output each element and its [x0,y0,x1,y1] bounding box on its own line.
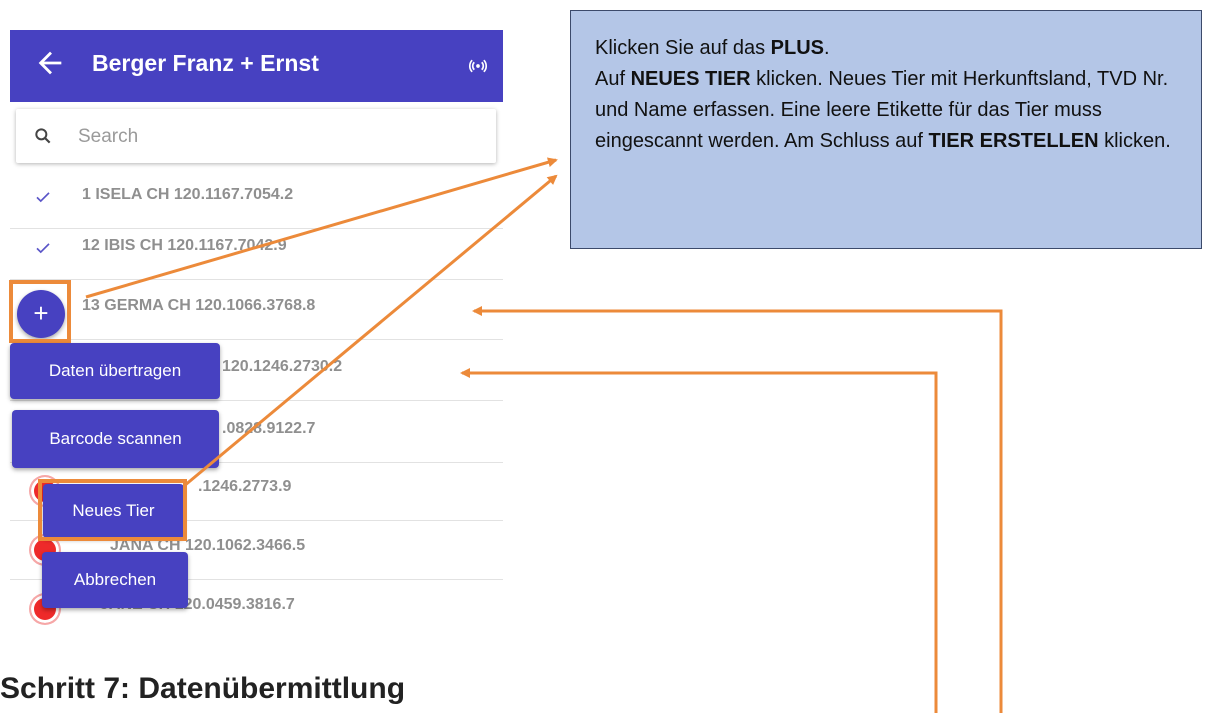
barcode-scannen-button[interactable]: Barcode scannen [12,410,219,468]
list-item-label: 13 GERMA CH 120.1066.3768.8 [82,297,316,314]
callout-text: . [824,37,830,59]
search-input[interactable] [76,117,480,157]
list-item-label: .1246.2773.9 [198,478,292,495]
callout-bold-tier-erstellen: TIER ERSTELLEN [928,130,1099,152]
signal-icon[interactable] [468,56,488,76]
instruction-callout: Klicken Sie auf das PLUS. Auf NEUES TIER… [570,10,1202,249]
page-title: Berger Franz + Ernst [92,50,319,76]
daten-uebertragen-button[interactable]: Daten übertragen [10,343,220,399]
plus-highlight-frame [9,280,71,343]
check-icon [36,192,50,203]
callout-bold-neues-tier: NEUES TIER [630,68,751,90]
callout-text: Auf [595,68,631,90]
search-bar [16,109,496,163]
arrow-to-germa-row [472,306,1003,713]
list-item[interactable]: 13 GERMA CH 120.1066.3768.8 [10,279,503,340]
list-item[interactable]: 12 IBIS CH 120.1167.7042.9 [10,219,503,280]
check-icon [36,243,50,254]
list-item-label: 1 ISELA CH 120.1167.7054.2 [82,186,294,203]
search-icon [35,128,51,144]
arrow-to-daten-row [460,368,938,713]
list-item-label: 12 IBIS CH 120.1167.7042.9 [82,237,287,254]
abbrechen-button[interactable]: Abbrechen [42,552,188,608]
neues-tier-highlight-frame [38,479,187,541]
callout-bold-plus: PLUS [770,37,824,59]
list-item-label: .0828.9122.7 [222,420,316,437]
arrow-left-icon[interactable] [33,46,67,80]
list-item-label: 120.1246.2730.2 [222,358,343,375]
step-heading: Schritt 7: Datenübermittlung [0,672,406,705]
callout-text: Klicken Sie auf das [595,37,771,59]
app-bar: Berger Franz + Ernst [10,30,503,102]
callout-text: klicken. [1098,130,1171,152]
